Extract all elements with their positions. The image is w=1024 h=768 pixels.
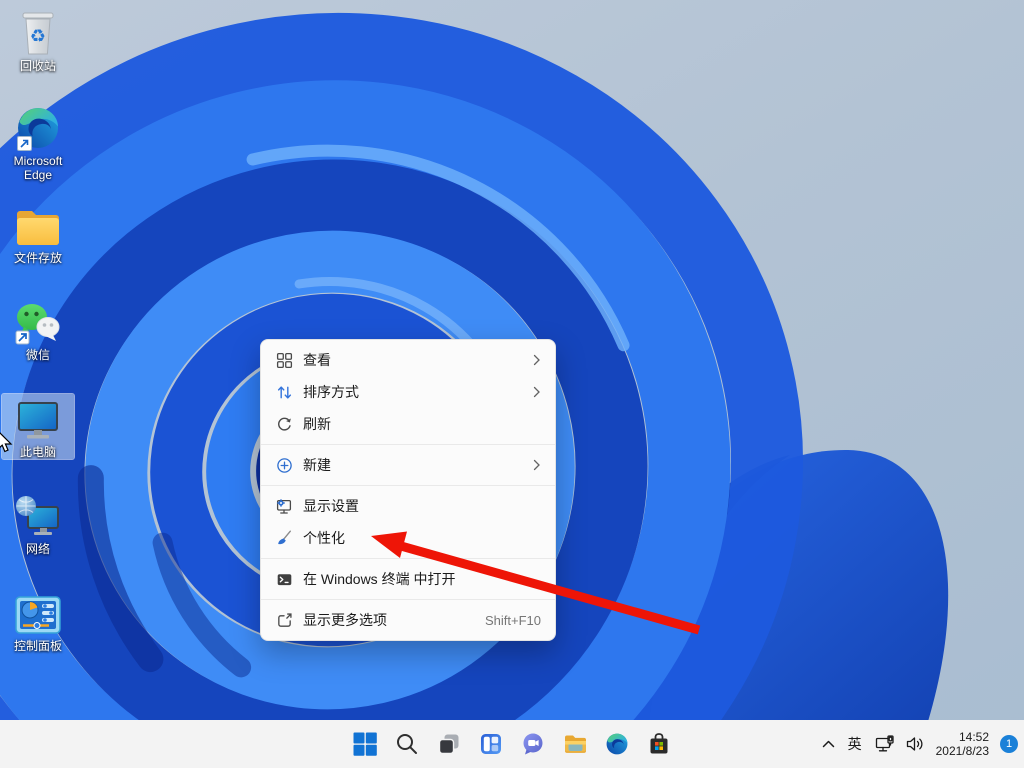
windows-logo-icon bbox=[353, 732, 377, 756]
desktop-icon-label: 文件存放 bbox=[14, 251, 62, 265]
desktop-icon-label: 此电脑 bbox=[20, 445, 56, 459]
chevron-up-icon bbox=[822, 740, 835, 748]
clock-time: 14:52 bbox=[936, 730, 989, 744]
desktop-context-menu: 查看 排序方式 刷新 bbox=[260, 339, 556, 641]
desktop-icon-label: 回收站 bbox=[20, 59, 56, 73]
expand-icon bbox=[274, 611, 294, 629]
file-explorer-button[interactable] bbox=[554, 724, 596, 764]
menu-item-view[interactable]: 查看 bbox=[261, 344, 555, 376]
menu-separator bbox=[261, 444, 555, 445]
desktop-icon-this-pc[interactable]: 此电脑 bbox=[2, 394, 74, 459]
edge-icon bbox=[605, 732, 629, 756]
desktop-icon-network[interactable]: 网络 bbox=[2, 491, 74, 556]
menu-item-label: 显示更多选项 bbox=[303, 610, 387, 630]
taskbar: 英 14:52 2021/8/23 1 bbox=[0, 720, 1024, 768]
menu-item-label: 在 Windows 终端 中打开 bbox=[303, 569, 455, 589]
desktop-icon-label: Microsoft Edge bbox=[2, 154, 74, 182]
task-view-button[interactable] bbox=[428, 724, 470, 764]
menu-item-display-settings[interactable]: 显示设置 bbox=[261, 490, 555, 522]
taskbar-center-buttons bbox=[344, 720, 680, 768]
display-settings-icon bbox=[274, 497, 294, 515]
menu-item-label: 显示设置 bbox=[303, 496, 359, 516]
folder-icon bbox=[563, 732, 588, 756]
chevron-right-icon bbox=[533, 459, 541, 471]
menu-item-new[interactable]: 新建 bbox=[261, 449, 555, 481]
menu-item-show-more-options[interactable]: 显示更多选项 Shift+F10 bbox=[261, 604, 555, 636]
desktop: ♻ 回收站 Microsoft Edge bbox=[0, 0, 1024, 768]
edge-icon bbox=[15, 103, 61, 151]
search-icon bbox=[395, 732, 419, 756]
network-tray-button[interactable] bbox=[875, 735, 895, 753]
menu-item-refresh[interactable]: 刷新 bbox=[261, 408, 555, 440]
refresh-icon bbox=[274, 415, 294, 433]
notification-badge[interactable]: 1 bbox=[1000, 735, 1018, 753]
menu-item-label: 个性化 bbox=[303, 528, 345, 548]
desktop-icon-edge[interactable]: Microsoft Edge bbox=[2, 103, 74, 182]
menu-item-personalize[interactable]: 个性化 bbox=[261, 522, 555, 554]
chevron-right-icon bbox=[533, 354, 541, 366]
desktop-icon-wechat[interactable]: 微信 bbox=[2, 297, 74, 362]
menu-item-label: 查看 bbox=[303, 350, 331, 370]
plus-circle-icon bbox=[274, 456, 294, 474]
chat-camera-icon bbox=[521, 732, 545, 756]
shortcut-arrow-icon bbox=[17, 136, 32, 151]
taskbar-tray: 英 14:52 2021/8/23 1 bbox=[822, 720, 1018, 768]
volume-tray-button[interactable] bbox=[906, 736, 925, 752]
start-button[interactable] bbox=[344, 724, 386, 764]
svg-text:♻: ♻ bbox=[30, 26, 46, 46]
widgets-button[interactable] bbox=[470, 724, 512, 764]
microsoft-store-button[interactable] bbox=[638, 724, 680, 764]
chat-button[interactable] bbox=[512, 724, 554, 764]
monitor-icon bbox=[15, 394, 61, 442]
search-button[interactable] bbox=[386, 724, 428, 764]
ime-indicator[interactable]: 英 bbox=[846, 734, 864, 754]
menu-item-label: 刷新 bbox=[303, 414, 331, 434]
menu-item-sort-by[interactable]: 排序方式 bbox=[261, 376, 555, 408]
tray-chevron-up-button[interactable] bbox=[822, 740, 835, 748]
menu-separator bbox=[261, 485, 555, 486]
sort-arrows-icon bbox=[274, 383, 294, 401]
clock[interactable]: 14:52 2021/8/23 bbox=[936, 730, 989, 758]
clock-date: 2021/8/23 bbox=[936, 744, 989, 758]
menu-item-shortcut: Shift+F10 bbox=[485, 613, 541, 628]
paintbrush-icon bbox=[274, 529, 294, 547]
widgets-icon bbox=[479, 732, 503, 756]
menu-item-open-in-terminal[interactable]: 在 Windows 终端 中打开 bbox=[261, 563, 555, 595]
store-bag-icon bbox=[647, 732, 671, 756]
menu-separator bbox=[261, 599, 555, 600]
menu-item-label: 新建 bbox=[303, 455, 331, 475]
edge-browser-button[interactable] bbox=[596, 724, 638, 764]
desktop-icon-label: 网络 bbox=[26, 542, 50, 556]
desktop-icon-control-panel[interactable]: 控制面板 bbox=[2, 588, 74, 653]
chevron-right-icon bbox=[533, 386, 541, 398]
wechat-icon bbox=[15, 297, 61, 345]
desktop-icon-label: 控制面板 bbox=[14, 639, 62, 653]
desktop-icon-recycle-bin[interactable]: ♻ 回收站 bbox=[2, 8, 74, 73]
grid-icon bbox=[274, 351, 294, 369]
task-view-icon bbox=[437, 732, 461, 756]
menu-item-label: 排序方式 bbox=[303, 382, 359, 402]
desktop-icon-file-storage[interactable]: 文件存放 bbox=[2, 200, 74, 265]
ethernet-network-icon bbox=[875, 735, 895, 753]
control-panel-icon bbox=[15, 588, 61, 636]
folder-icon bbox=[14, 200, 62, 248]
menu-separator bbox=[261, 558, 555, 559]
recycle-bin-icon: ♻ bbox=[18, 8, 58, 56]
desktop-icon-label: 微信 bbox=[26, 348, 50, 362]
terminal-icon bbox=[274, 570, 294, 588]
speaker-icon bbox=[906, 736, 925, 752]
network-globe-icon bbox=[15, 491, 61, 539]
